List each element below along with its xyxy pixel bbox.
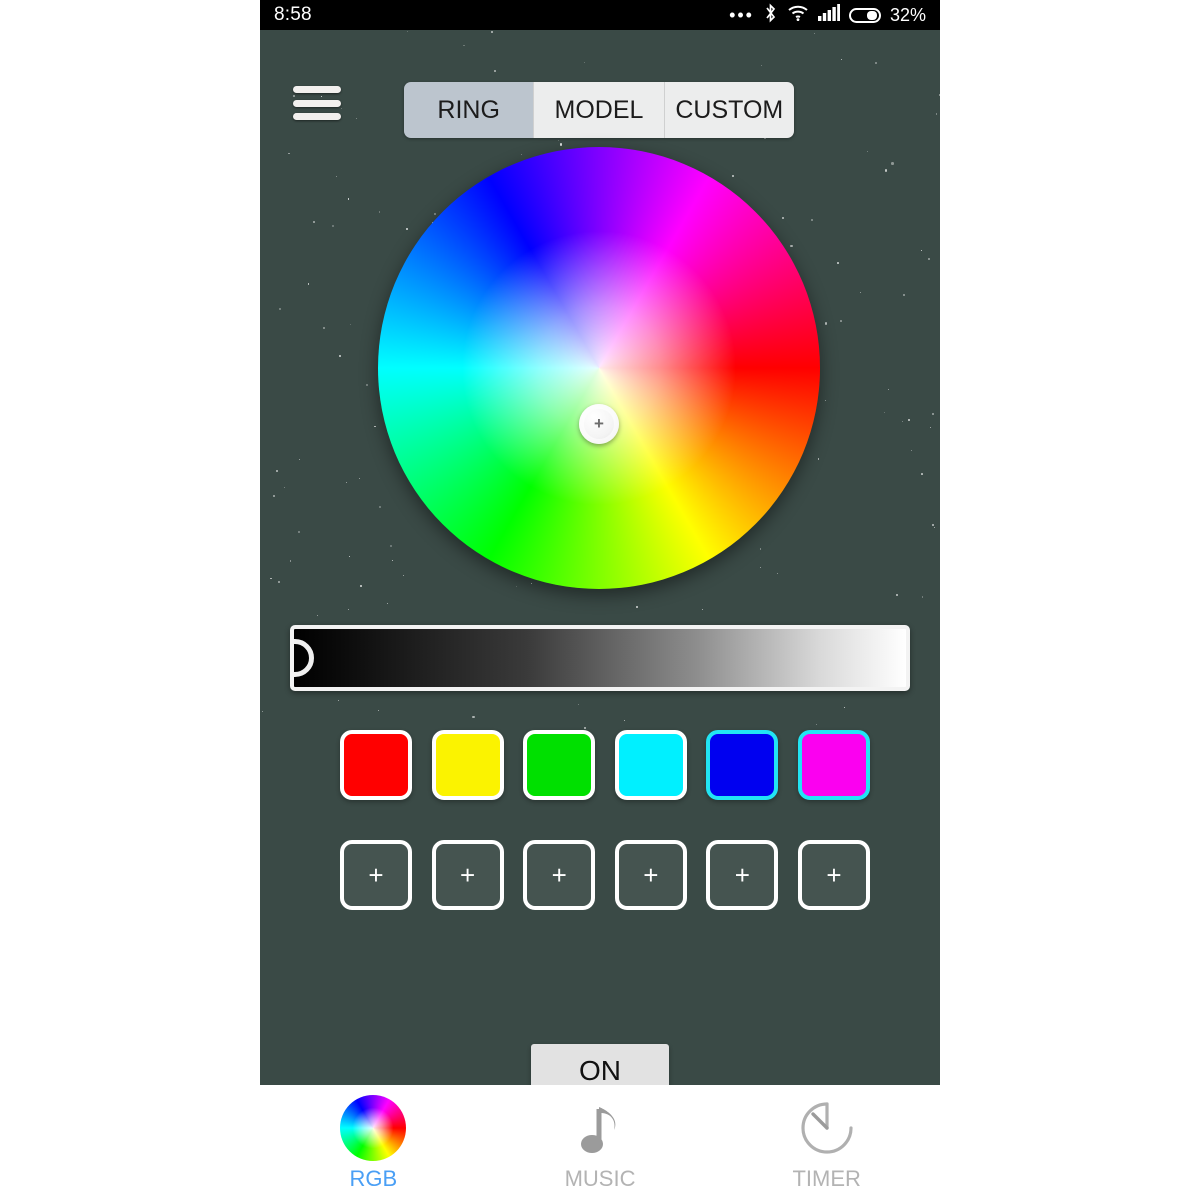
brightness-slider[interactable]: [290, 625, 910, 691]
nav-label-music: MUSIC: [564, 1166, 636, 1191]
status-bar: 8:58 ••• 32%: [260, 0, 940, 30]
battery-percent-label: 32%: [889, 4, 926, 25]
preset-color-row: [340, 730, 870, 800]
status-bar-indicators: ••• 32%: [729, 2, 926, 28]
nav-item-music[interactable]: MUSIC: [487, 1085, 714, 1192]
wifi-icon: [787, 4, 809, 27]
add-preset-slot[interactable]: +: [706, 840, 779, 910]
timer-icon: [794, 1095, 860, 1161]
hamburger-bar: [293, 99, 341, 107]
hamburger-bar: [293, 113, 341, 120]
tab-ring[interactable]: RING: [404, 82, 535, 138]
hamburger-bar: [293, 86, 341, 93]
mode-tab-bar: RING MODEL CUSTOM: [404, 82, 794, 138]
nav-label-rgb: RGB: [349, 1166, 398, 1191]
add-preset-slot[interactable]: +: [431, 840, 504, 910]
status-bar-clock: 8:58: [274, 4, 312, 25]
preset-swatch-cyan[interactable]: [614, 730, 687, 800]
preset-swatch-yellow[interactable]: [431, 730, 504, 800]
phone-screen: 8:58 ••• 32% RING MODEL CUSTOM + + + + +…: [260, 0, 940, 1200]
add-preset-slot[interactable]: +: [523, 840, 596, 910]
add-preset-slot[interactable]: +: [614, 840, 687, 910]
color-wheel-thumb[interactable]: +: [579, 403, 619, 444]
battery-icon: [848, 7, 881, 23]
app-background: RING MODEL CUSTOM + + + + + + + ON: [260, 30, 940, 1085]
nav-item-rgb[interactable]: RGB: [260, 1085, 487, 1192]
hamburger-menu-icon[interactable]: [293, 82, 341, 124]
nav-item-timer[interactable]: TIMER: [713, 1085, 940, 1192]
color-wheel[interactable]: +: [378, 147, 820, 589]
crosshair-icon: +: [594, 414, 604, 434]
add-preset-slot[interactable]: +: [797, 840, 870, 910]
power-on-button[interactable]: ON: [531, 1044, 669, 1085]
bluetooth-icon: [763, 2, 778, 28]
music-note-icon: [567, 1095, 633, 1161]
nav-label-timer: TIMER: [792, 1166, 861, 1191]
brightness-slider-thumb[interactable]: [294, 639, 314, 677]
preset-swatch-green[interactable]: [523, 730, 596, 800]
add-preset-slot[interactable]: +: [340, 840, 412, 910]
bottom-navigation: RGB MUSIC TIMER: [260, 1085, 940, 1200]
tab-model[interactable]: MODEL: [534, 82, 665, 138]
tab-custom[interactable]: CUSTOM: [664, 82, 794, 138]
preset-swatch-red[interactable]: [340, 730, 412, 800]
cellular-signal-icon: [817, 4, 840, 26]
color-wheel-icon: [340, 1095, 407, 1161]
more-dots-icon: •••: [729, 5, 754, 25]
preset-swatch-blue[interactable]: [706, 730, 779, 800]
empty-preset-row: + + + + + +: [340, 840, 870, 910]
preset-swatch-magenta[interactable]: [797, 730, 870, 800]
